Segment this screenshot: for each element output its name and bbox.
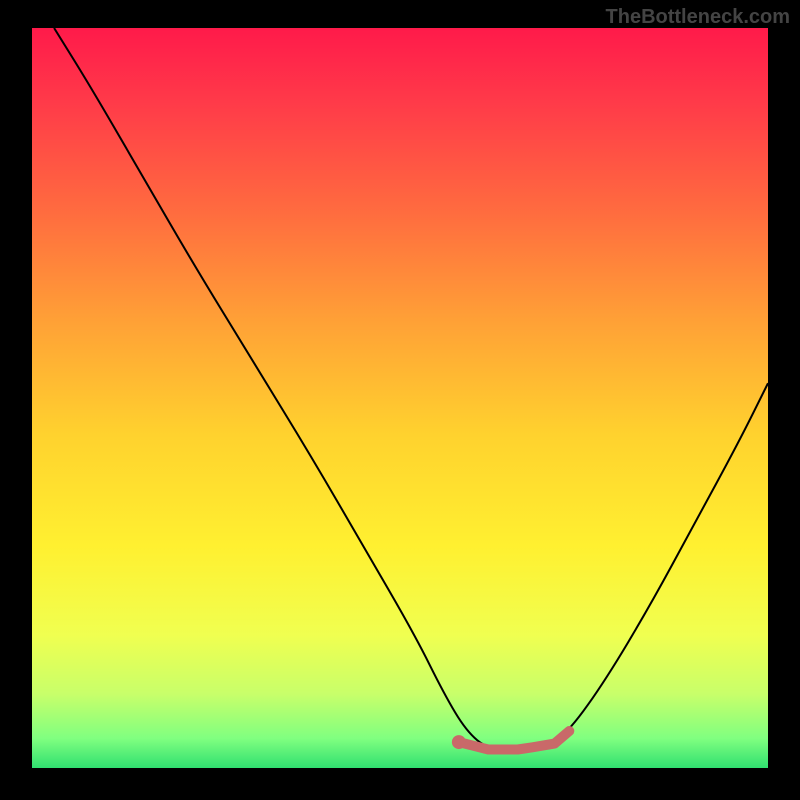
highlight-start-dot bbox=[452, 735, 466, 749]
bottleneck-chart bbox=[32, 28, 768, 768]
chart-container: TheBottleneck.com bbox=[0, 0, 800, 800]
gradient-background bbox=[32, 28, 768, 768]
plot-area bbox=[32, 28, 768, 768]
watermark-text: TheBottleneck.com bbox=[606, 6, 790, 29]
